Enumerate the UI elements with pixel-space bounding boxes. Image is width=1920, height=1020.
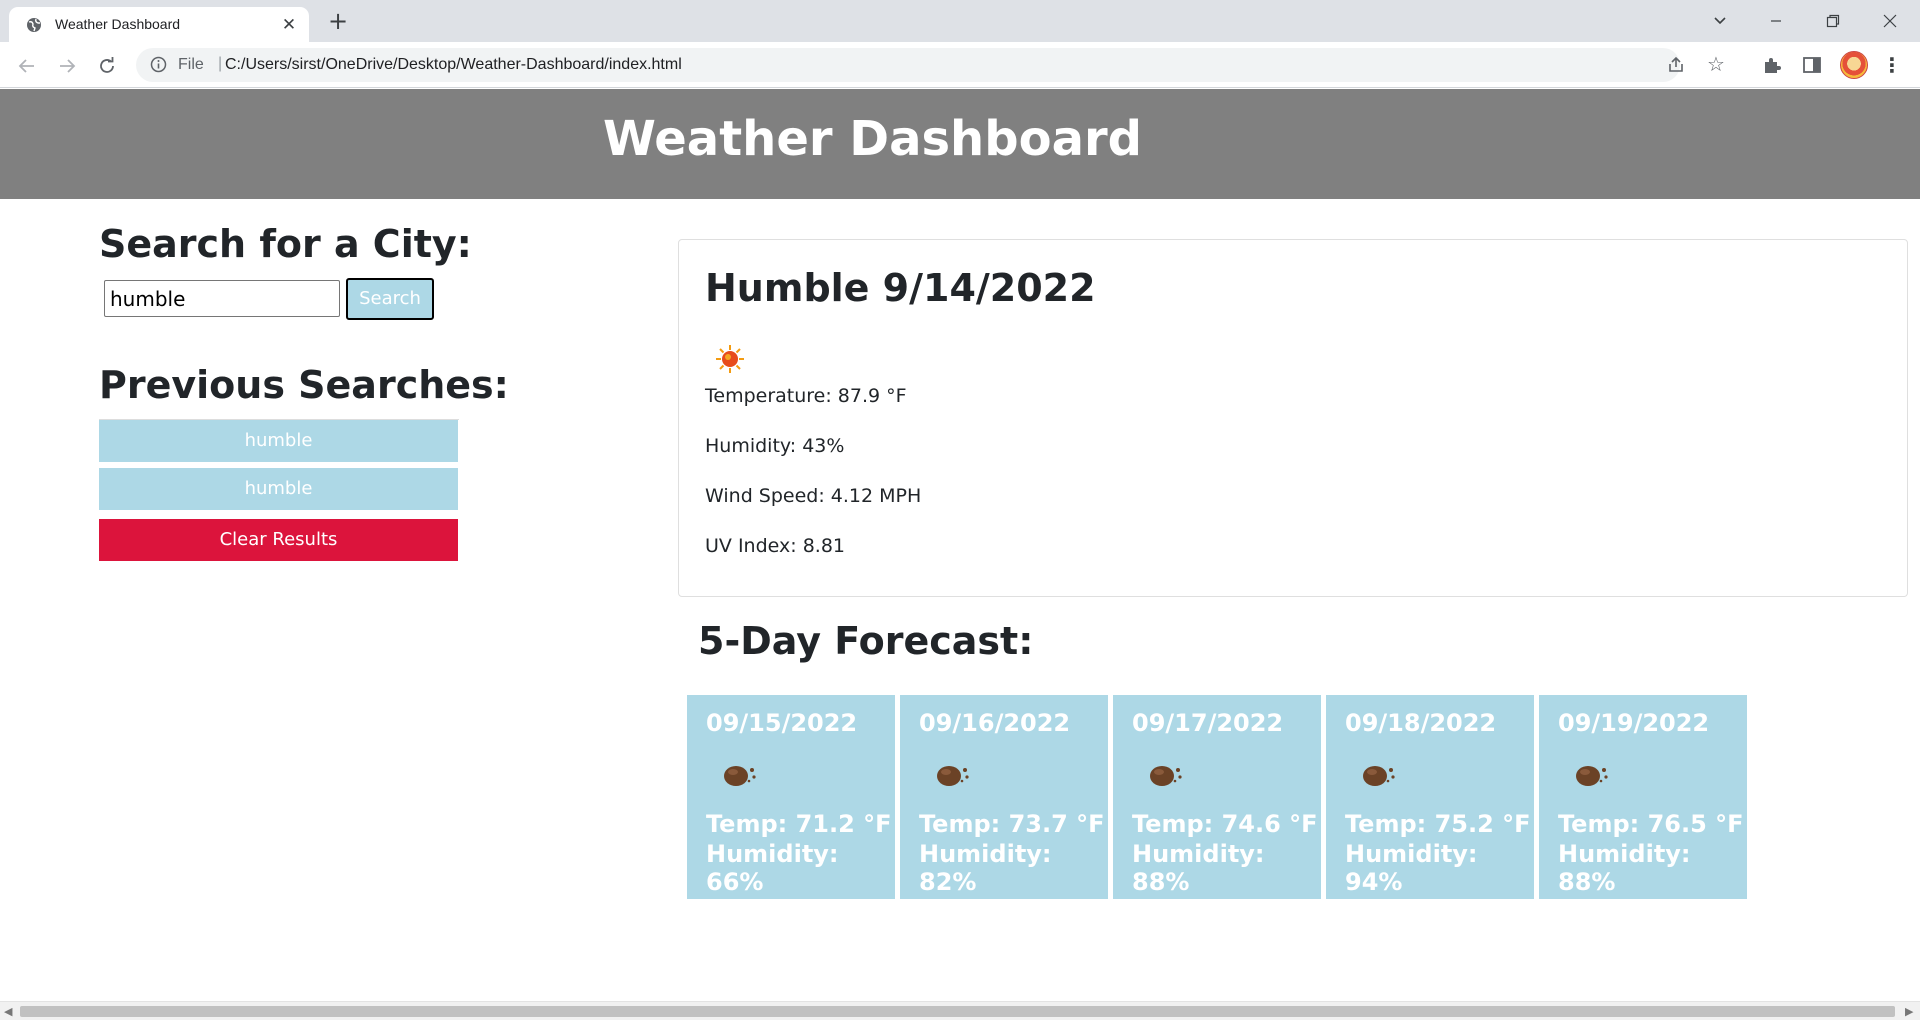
rain-cloud-icon bbox=[1363, 766, 1395, 786]
search-button[interactable]: Search bbox=[346, 278, 434, 320]
previous-searches-list: humble humble bbox=[99, 419, 459, 516]
forecast-humidity: Humidity: 88% bbox=[1558, 840, 1691, 896]
rain-cloud-icon bbox=[1576, 766, 1608, 786]
clear-results-button[interactable]: Clear Results bbox=[99, 519, 458, 561]
scroll-right-arrow-icon[interactable]: ▶ bbox=[1905, 1005, 1913, 1018]
tab-close-icon[interactable]: ✕ bbox=[279, 15, 299, 35]
forecast-temp: Temp: 75.2 °F bbox=[1345, 810, 1531, 838]
forecast-date: 09/18/2022 bbox=[1345, 709, 1497, 737]
previous-search-item[interactable]: humble bbox=[99, 420, 458, 462]
forecast-date: 09/19/2022 bbox=[1558, 709, 1710, 737]
info-icon[interactable] bbox=[150, 56, 167, 73]
forecast-humidity: Humidity: 94% bbox=[1345, 840, 1478, 896]
forecast-temp: Temp: 74.6 °F bbox=[1132, 810, 1318, 838]
scrollbar-thumb[interactable] bbox=[20, 1006, 1895, 1017]
rain-cloud-icon bbox=[1150, 766, 1182, 786]
back-button[interactable] bbox=[12, 50, 42, 80]
browser-tab-strip: Weather Dashboard ✕ + bbox=[0, 0, 1920, 42]
side-panel-icon[interactable] bbox=[1802, 55, 1822, 75]
address-scheme: File bbox=[178, 56, 204, 73]
forecast-humidity: Humidity: 66% bbox=[706, 840, 839, 896]
search-heading: Search for a City: bbox=[99, 222, 472, 266]
browser-menu-icon[interactable]: ⋮ bbox=[1880, 51, 1904, 79]
globe-icon bbox=[27, 18, 41, 32]
arrow-left-icon bbox=[18, 58, 34, 73]
forecast-card: 09/16/2022 Temp: 73.7 °F Humidity: 82% bbox=[900, 695, 1108, 899]
forward-button[interactable] bbox=[52, 50, 82, 80]
forecast-date: 09/16/2022 bbox=[919, 709, 1071, 737]
restore-button[interactable] bbox=[1813, 4, 1853, 36]
close-icon bbox=[1883, 14, 1897, 27]
sun-icon bbox=[716, 345, 744, 373]
page-header: Weather Dashboard bbox=[0, 89, 1920, 199]
extensions-puzzle-icon[interactable] bbox=[1762, 55, 1782, 75]
share-icon[interactable] bbox=[1667, 56, 1685, 74]
rain-cloud-icon bbox=[724, 766, 756, 786]
forecast-temp: Temp: 73.7 °F bbox=[919, 810, 1105, 838]
minimize-icon bbox=[1771, 19, 1781, 22]
bookmark-star-icon[interactable]: ☆ bbox=[1707, 54, 1725, 74]
minimize-button[interactable] bbox=[1756, 4, 1796, 36]
current-weather-card: Humble 9/14/2022 Temperature: 87.9 °F Hu… bbox=[678, 239, 1908, 597]
tab-title: Weather Dashboard bbox=[55, 16, 181, 32]
new-tab-button[interactable]: + bbox=[324, 7, 352, 35]
forecast-card: 09/17/2022 Temp: 74.6 °F Humidity: 88% bbox=[1113, 695, 1321, 899]
forecast-temp: Temp: 76.5 °F bbox=[1558, 810, 1744, 838]
forecast-humidity: Humidity: 88% bbox=[1132, 840, 1265, 896]
forecast-humidity: Humidity: 82% bbox=[919, 840, 1052, 896]
previous-search-item[interactable]: humble bbox=[99, 468, 458, 510]
tab-search-button[interactable] bbox=[1700, 4, 1740, 36]
page-title: Weather Dashboard bbox=[603, 111, 1142, 167]
current-uv-index: UV Index: 8.81 bbox=[705, 535, 845, 557]
horizontal-scrollbar[interactable]: ◀ ▶ bbox=[0, 1001, 1920, 1020]
forecast-date: 09/17/2022 bbox=[1132, 709, 1284, 737]
chevron-down-icon bbox=[1714, 16, 1726, 24]
address-url[interactable]: C:/Users/sirst/OneDrive/Desktop/Weather-… bbox=[225, 56, 682, 74]
restore-icon bbox=[1826, 14, 1840, 27]
reload-button[interactable] bbox=[92, 50, 122, 80]
forecast-temp: Temp: 71.2 °F bbox=[706, 810, 892, 838]
forecast-date: 09/15/2022 bbox=[706, 709, 858, 737]
browser-tab[interactable]: Weather Dashboard ✕ bbox=[9, 7, 309, 42]
current-wind-speed: Wind Speed: 4.12 MPH bbox=[705, 485, 922, 507]
address-separator: | bbox=[218, 55, 223, 72]
reload-icon bbox=[100, 56, 114, 73]
scroll-left-arrow-icon[interactable]: ◀ bbox=[4, 1005, 12, 1018]
current-temperature: Temperature: 87.9 °F bbox=[705, 385, 907, 407]
current-city-date: Humble 9/14/2022 bbox=[705, 266, 1096, 310]
forecast-card: 09/18/2022 Temp: 75.2 °F Humidity: 94% bbox=[1326, 695, 1534, 899]
browser-toolbar: File | C:/Users/sirst/OneDrive/Desktop/W… bbox=[0, 42, 1920, 88]
arrow-right-icon bbox=[60, 58, 76, 73]
forecast-card: 09/15/2022 Temp: 71.2 °F Humidity: 66% bbox=[687, 695, 895, 899]
address-bar[interactable]: File | C:/Users/sirst/OneDrive/Desktop/W… bbox=[136, 48, 1725, 82]
page-viewport: Weather Dashboard Search for a City: Sea… bbox=[0, 89, 1920, 1001]
forecast-heading: 5-Day Forecast: bbox=[698, 619, 1034, 663]
forecast-card: 09/19/2022 Temp: 76.5 °F Humidity: 88% bbox=[1539, 695, 1747, 899]
profile-avatar[interactable] bbox=[1840, 51, 1868, 79]
current-humidity: Humidity: 43% bbox=[705, 435, 845, 457]
close-window-button[interactable] bbox=[1870, 4, 1910, 36]
city-search-input[interactable] bbox=[104, 280, 340, 317]
previous-searches-heading: Previous Searches: bbox=[99, 363, 509, 407]
rain-cloud-icon bbox=[937, 766, 969, 786]
